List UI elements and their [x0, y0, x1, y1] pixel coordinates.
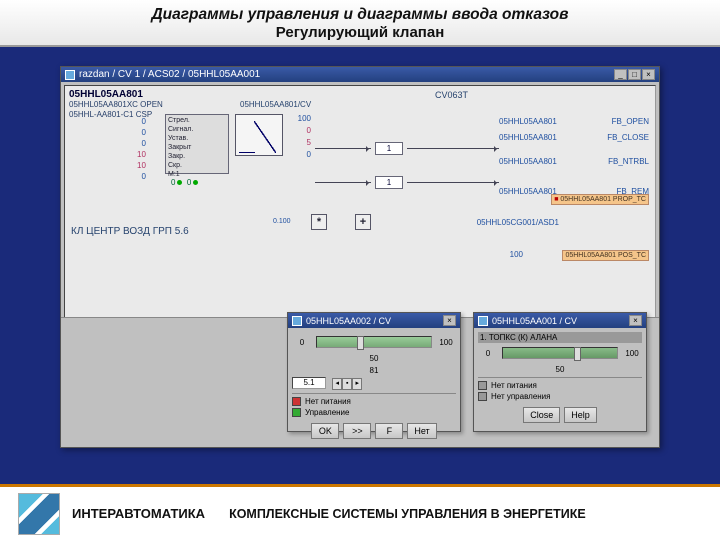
slide-title-2: Регулирующий клапан: [10, 24, 710, 41]
footer-tagline: КОМПЛЕКСНЫЕ СИСТЕМЫ УПРАВЛЕНИЯ В ЭНЕРГЕТ…: [229, 507, 586, 521]
const-box-1[interactable]: 1: [375, 142, 403, 155]
dlg1-ok-button[interactable]: OK: [311, 423, 339, 439]
grey-indicator-icon: [478, 381, 487, 390]
slide-footer: ИНТЕРАВТОМАТИКА КОМПЛЕКСНЫЕ СИСТЕМЫ УПРА…: [0, 484, 720, 540]
sigbox-out: 1 0 0: [171, 178, 198, 187]
cv-type-label: CV063T: [435, 90, 468, 100]
dlg2-slider[interactable]: 0 100: [478, 347, 642, 359]
pos-prefix: 100: [510, 250, 523, 259]
feedback-signal-list: 05HHL05AA801FB_OPEN 05HHL05AA801FB_CLOSE…: [499, 114, 649, 200]
dlg2-status-1: Нет питания: [478, 381, 642, 390]
application-window: razdan / CV 1 / ACS02 / 05HHL05AA001 _ □…: [60, 66, 660, 448]
dlg1-cancel-button[interactable]: Нет: [407, 423, 436, 439]
mul-input: 0.100: [273, 218, 291, 225]
dlg2-close[interactable]: ×: [629, 315, 642, 326]
cv-block-label: 05HHL05AA801/CV: [240, 100, 311, 109]
window-titlebar[interactable]: razdan / CV 1 / ACS02 / 05HHL05AA001 _ □…: [61, 67, 659, 82]
green-indicator-icon: [292, 408, 301, 417]
arrow-3: [407, 148, 499, 149]
sub-tag-1: 05HHL05AA801XC OPEN: [69, 100, 163, 110]
dlg2-help-button[interactable]: Help: [564, 407, 597, 423]
dlg1-second-value: 81: [292, 366, 456, 375]
dlg2-title: 05HHL05AA001 / CV: [492, 316, 577, 326]
dlg2-icon: [478, 316, 488, 326]
left-number-column: 0 0 0 10 10 0: [137, 116, 146, 182]
red-indicator-icon: [292, 397, 301, 406]
valve-description: КЛ ЦЕНТР ВОЗД ГРП 5.6: [71, 226, 189, 237]
arrow-1: [315, 148, 371, 149]
maximize-button[interactable]: □: [628, 69, 641, 80]
close-button[interactable]: ×: [642, 69, 655, 80]
dlg1-mid: 50: [292, 354, 456, 363]
add-op[interactable]: +: [355, 214, 371, 230]
dlg1-f-button[interactable]: F: [375, 423, 403, 439]
arrow-4: [407, 182, 499, 183]
dlg1-status-1: Нет питания: [292, 397, 456, 406]
ramp-plot: [235, 114, 283, 156]
multiply-op[interactable]: *: [311, 214, 327, 230]
dlg2-mid: 50: [478, 365, 642, 374]
sub-tag-2: 05HHL-AA801-C1 CSP: [69, 110, 163, 120]
slide-header: Диаграммы управления и диаграммы ввода о…: [0, 0, 720, 47]
dlg1-icon: [292, 316, 302, 326]
footer-brand: ИНТЕРАВТОМАТИКА: [72, 506, 205, 521]
slide-title-1: Диаграммы управления и диаграммы ввода о…: [10, 6, 710, 24]
minimize-button[interactable]: _: [614, 69, 627, 80]
dlg1-apply-button[interactable]: >>: [343, 423, 371, 439]
main-tag: 05HHL05AA801: [69, 89, 143, 100]
diagram-canvas[interactable]: 05HHL05AA801 05HHL05AA801XC OPEN 05HHL-A…: [64, 85, 656, 323]
prop-tag-highlight[interactable]: ■ 05HHL05AA801 PROP_TC: [551, 194, 649, 205]
dlg1-close[interactable]: ×: [443, 315, 456, 326]
sub-tags: 05HHL05AA801XC OPEN 05HHL-AA801-C1 CSP: [69, 100, 163, 120]
inner-tag: 05HHL05CG001/ASD1: [477, 218, 559, 227]
app-icon: [65, 70, 75, 80]
arrow-2: [315, 182, 371, 183]
cv-control-dialog-2[interactable]: 05HHL05AA001 / CV × 1. ТОПКС (К) АЛАНА 0…: [473, 312, 647, 432]
dlg2-status-2: Нет управления: [478, 392, 642, 401]
rn-1: 100: [287, 114, 311, 123]
dlg1-status-2: Управление: [292, 408, 456, 417]
dialog-area: 05HHL05AA002 / CV × 0 100 50 81 5.1 ◂▪▸: [61, 317, 659, 447]
pos-tag-highlight[interactable]: 05HHL05AA801 POS_TC: [562, 250, 649, 261]
rn-3: 5: [287, 138, 311, 147]
signal-config-box[interactable]: Стрел. Сигнал. Устав. Закрыт Закр. Скр. …: [165, 114, 229, 174]
cv-control-dialog-1[interactable]: 05HHL05AA002 / CV × 0 100 50 81 5.1 ◂▪▸: [287, 312, 461, 432]
dlg1-stepper[interactable]: ◂▪▸: [332, 378, 362, 390]
dlg1-title: 05HHL05AA002 / CV: [306, 316, 391, 326]
dlg2-close-button[interactable]: Close: [523, 407, 560, 423]
window-title: razdan / CV 1 / ACS02 / 05HHL05AA001: [79, 69, 260, 80]
rn-4: 0: [287, 150, 311, 159]
company-logo-icon: [18, 493, 60, 535]
dlg1-slider[interactable]: 0 100: [292, 336, 456, 348]
rn-2: 0: [287, 126, 311, 135]
dlg1-input[interactable]: 5.1: [292, 377, 326, 389]
dlg2-subheader: 1. ТОПКС (К) АЛАНА: [478, 332, 642, 343]
grey-indicator-icon-2: [478, 392, 487, 401]
const-box-2[interactable]: 1: [375, 176, 403, 189]
